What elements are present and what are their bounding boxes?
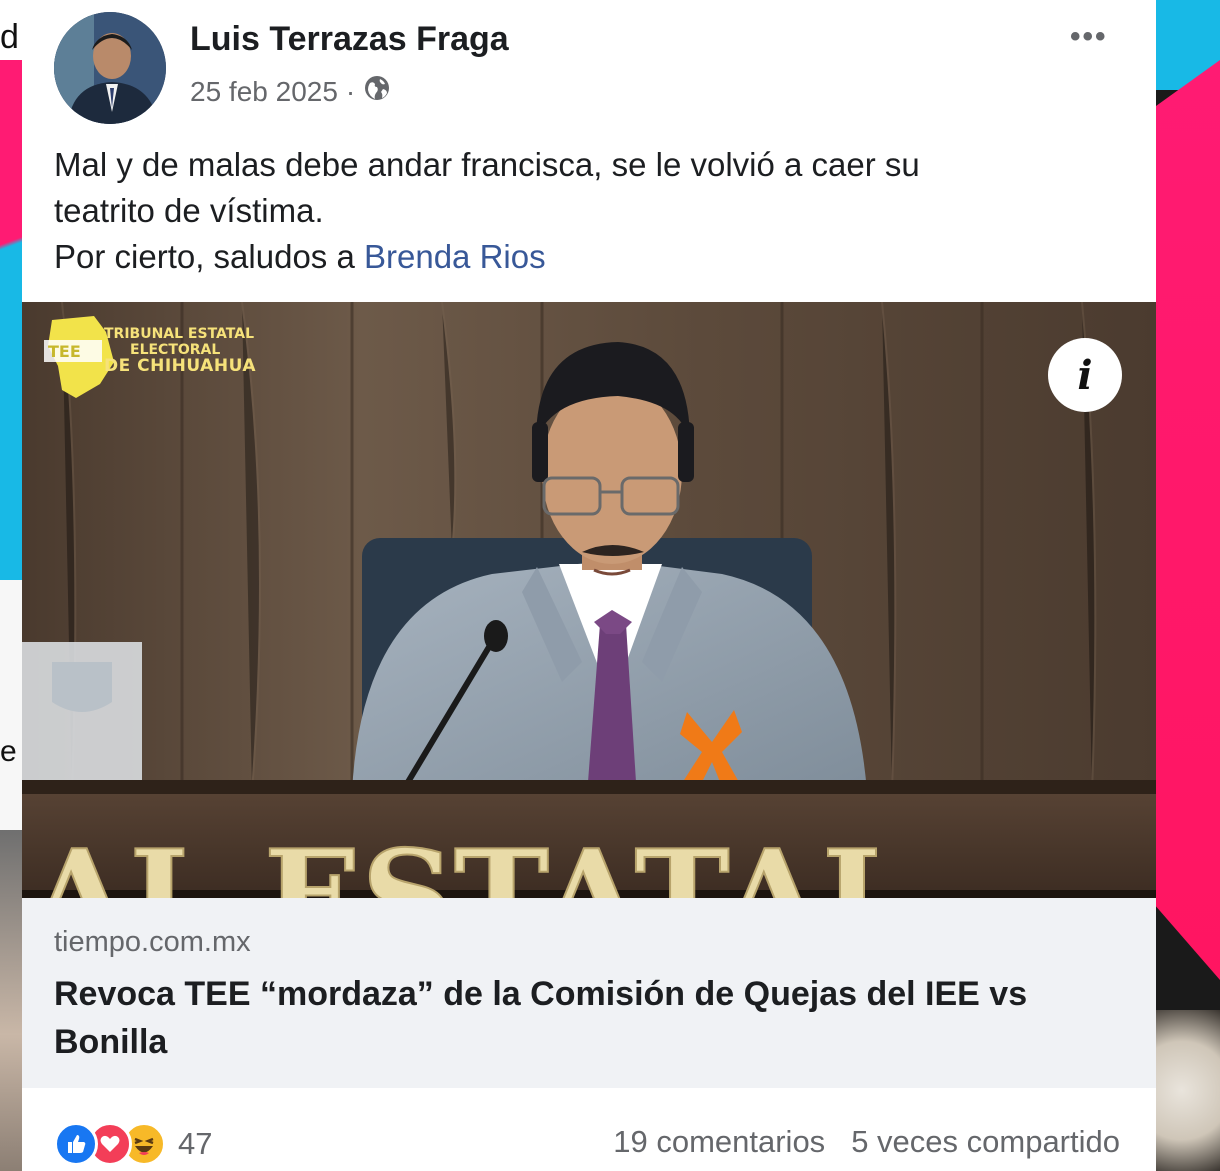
post-stats: 19 comentarios 5 veces compartido [613, 1124, 1120, 1160]
background-left: d e [0, 0, 22, 1171]
post-date[interactable]: 25 feb 2025 [190, 76, 338, 108]
link-caption[interactable]: tiempo.com.mx Revoca TEE “mordaza” de la… [22, 898, 1156, 1088]
post-meta: 25 feb 2025 · [190, 74, 391, 109]
post-card: Luis Terrazas Fraga 25 feb 2025 · ••• Ma… [22, 0, 1156, 1171]
post-text-prefix: Por cierto, saludos a [54, 238, 364, 275]
post-text-line: Mal y de malas debe andar francisca, se … [54, 146, 920, 183]
post-footer: 47 19 comentarios 5 veces compartido [22, 1088, 1156, 1171]
reactions-summary[interactable]: 47 [54, 1122, 212, 1166]
info-icon[interactable]: i [1048, 338, 1122, 412]
more-options-icon[interactable]: ••• [1070, 20, 1108, 54]
post-text: Mal y de malas debe andar francisca, se … [54, 142, 1124, 280]
avatar[interactable] [54, 12, 166, 124]
shares-count[interactable]: 5 veces compartido [851, 1124, 1120, 1160]
link-headline[interactable]: Revoca TEE “mordaza” de la Comisión de Q… [54, 970, 1124, 1066]
meta-separator: · [345, 75, 356, 107]
globe-icon [363, 74, 391, 109]
background-right [1156, 0, 1220, 1171]
link-preview-image[interactable]: AL ESTATAL TEE TRIBUNAL ESTATAL ELECTORA… [22, 302, 1156, 898]
author-name[interactable]: Luis Terrazas Fraga [190, 20, 509, 59]
svg-text:TEE: TEE [48, 342, 81, 361]
partial-text-fragment: e [0, 735, 17, 768]
mention-link[interactable]: Brenda Rios [364, 238, 546, 275]
partial-text-fragment: d [0, 18, 19, 56]
post-text-line: teatrito de vístima. [54, 192, 324, 229]
tee-logo-text: TRIBUNAL ESTATAL ELECTORAL DE CHIHUAHUA [104, 326, 257, 376]
tee-logo-line: TRIBUNAL ESTATAL [104, 326, 255, 342]
post-text-line: Por cierto, saludos a Brenda Rios [54, 234, 1124, 280]
link-domain: tiempo.com.mx [54, 926, 251, 958]
like-icon [54, 1122, 98, 1166]
reaction-count: 47 [178, 1126, 213, 1161]
sign-letters: AL ESTATAL [29, 823, 912, 898]
tee-logo-line: DE CHIHUAHUA [104, 356, 257, 376]
comments-count[interactable]: 19 comentarios [613, 1124, 825, 1160]
